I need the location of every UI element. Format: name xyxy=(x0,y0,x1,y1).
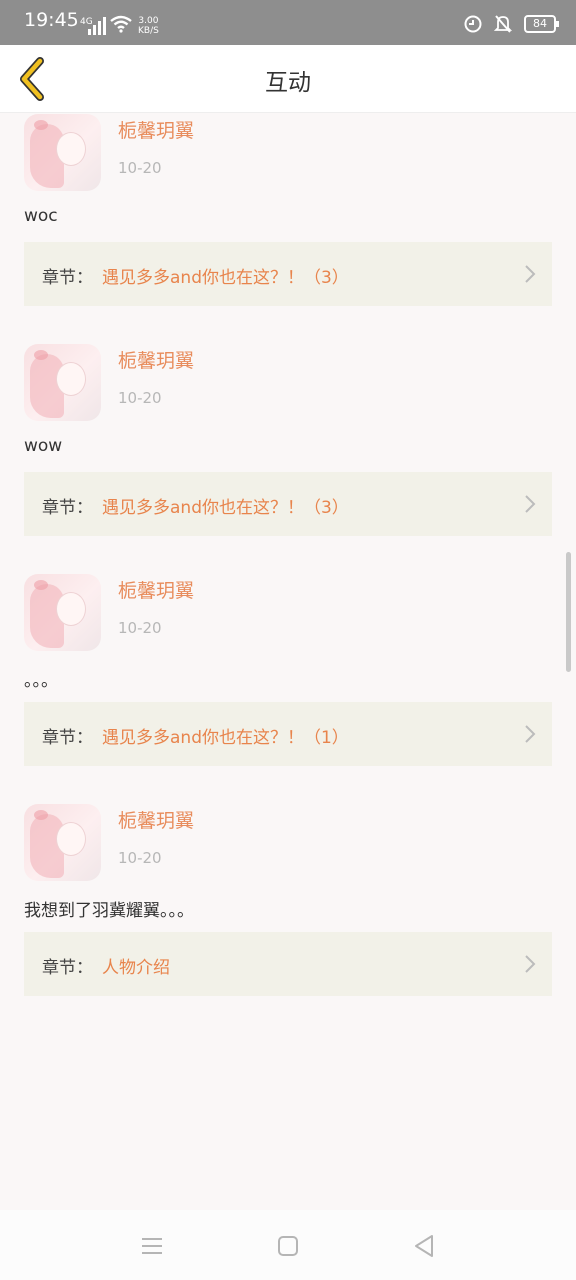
avatar-face xyxy=(56,132,86,166)
chapter-title: 人物介绍 xyxy=(102,958,170,978)
avatar[interactable] xyxy=(24,344,101,421)
chapter-label: 章节： xyxy=(42,268,93,288)
chapter-title: 遇见多多and你也在这？！（3） xyxy=(102,498,349,518)
header: 互动 xyxy=(0,45,576,113)
comment-date: 10-20 xyxy=(118,159,162,177)
avatar-bow xyxy=(34,350,48,360)
data-saver-icon xyxy=(464,15,482,33)
avatar[interactable] xyxy=(24,114,101,191)
scrollbar[interactable] xyxy=(566,552,571,672)
chapter-label: 章节： xyxy=(42,498,93,518)
chapter-link[interactable]: 章节： 人物介绍 xyxy=(24,932,552,996)
status-bar: 19:45 4G 3.00 KB/S 84 xyxy=(0,0,576,45)
status-right-icons: 84 xyxy=(464,14,559,34)
username[interactable]: 栀馨玥翼 xyxy=(118,116,194,143)
signal-icon xyxy=(88,17,106,35)
home-icon[interactable] xyxy=(274,1232,302,1260)
comment-text: 。。。 xyxy=(24,671,58,691)
chevron-right-icon xyxy=(525,955,536,973)
comment-date: 10-20 xyxy=(118,849,162,867)
chapter-link[interactable]: 章节： 遇见多多and你也在这？！（3） xyxy=(24,242,552,306)
username[interactable]: 栀馨玥翼 xyxy=(118,576,194,603)
comment-date: 10-20 xyxy=(118,389,162,407)
status-time: 19:45 xyxy=(24,9,79,31)
comment-item: 栀馨玥翼 10-20 。。。章节： 遇见多多and你也在这？！（1） xyxy=(0,574,576,804)
comment-text: woc xyxy=(24,206,58,226)
chapter-link[interactable]: 章节： 遇见多多and你也在这？！（3） xyxy=(24,472,552,536)
chevron-right-icon xyxy=(525,495,536,513)
chevron-right-icon xyxy=(525,725,536,743)
net-speed-value: 3.00 xyxy=(138,16,159,26)
interaction-feed[interactable]: 栀馨玥翼10-20我怀疑你在凑字数章节：我来更文，想不出题目栀馨玥翼10-20w… xyxy=(0,114,576,1210)
chapter-title: 遇见多多and你也在这？！（3） xyxy=(102,268,349,288)
chapter-link[interactable]: 章节： 遇见多多and你也在这？！（1） xyxy=(24,702,552,766)
comment-date: 10-20 xyxy=(118,619,162,637)
username[interactable]: 栀馨玥翼 xyxy=(118,806,194,833)
system-navbar xyxy=(0,1210,576,1280)
avatar-face xyxy=(56,822,86,856)
chapter-title: 遇见多多and你也在这？！（1） xyxy=(102,728,349,748)
bell-off-icon xyxy=(494,15,512,33)
net-speed: 3.00 KB/S xyxy=(138,16,159,36)
avatar-face xyxy=(56,362,86,396)
avatar-bow xyxy=(34,120,48,130)
chapter-label: 章节： xyxy=(42,958,93,978)
username[interactable]: 栀馨玥翼 xyxy=(118,346,194,373)
net-speed-unit: KB/S xyxy=(138,26,159,36)
wifi-icon xyxy=(110,15,132,33)
comment-item: 栀馨玥翼 10-20 woc 章节： 遇见多多and你也在这？！（3） xyxy=(0,114,576,344)
avatar[interactable] xyxy=(24,574,101,651)
avatar[interactable] xyxy=(24,804,101,881)
comment-text: 我想到了羽冀耀翼。。。 xyxy=(24,901,194,921)
comment-item: 栀馨玥翼 10-20 wow 章节： 遇见多多and你也在这？！（3） xyxy=(0,344,576,574)
chevron-right-icon xyxy=(525,265,536,283)
back-icon[interactable] xyxy=(410,1232,438,1260)
avatar-face xyxy=(56,592,86,626)
battery-indicator: 84 xyxy=(524,15,559,33)
avatar-bow xyxy=(34,810,48,820)
page-title: 互动 xyxy=(265,70,311,96)
avatar-bow xyxy=(34,580,48,590)
chapter-label: 章节： xyxy=(42,728,93,748)
comment-text: wow xyxy=(24,436,63,456)
menu-icon[interactable] xyxy=(138,1232,166,1260)
comment-item: 栀馨玥翼 10-20 我想到了羽冀耀翼。。。章节： 人物介绍 xyxy=(0,804,576,1034)
feed-list: 栀馨玥翼10-20我怀疑你在凑字数章节：我来更文，想不出题目栀馨玥翼10-20w… xyxy=(0,114,576,1034)
